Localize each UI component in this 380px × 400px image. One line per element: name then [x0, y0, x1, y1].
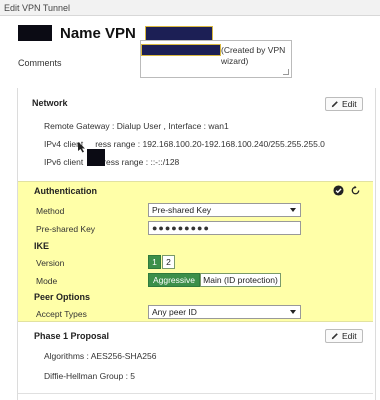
resize-grip-icon[interactable]: [283, 69, 289, 75]
accept-types-select[interactable]: Any peer ID: [148, 305, 301, 319]
method-select[interactable]: Pre-shared Key: [148, 203, 301, 217]
ipv4-suffix: ress range : 192.168.100.20-192.168.100.…: [95, 139, 325, 149]
psk-input[interactable]: ●●●●●●●●●: [148, 221, 301, 235]
comments-label: Comments: [18, 58, 62, 68]
ipv4-client-range: IPv4 client ress range : 192.168.100.20-1…: [44, 139, 325, 149]
bottom-divider: [18, 393, 373, 394]
phase1-edit-button[interactable]: Edit: [325, 329, 363, 343]
mode-main-button[interactable]: Main (ID protection): [200, 273, 281, 287]
algorithms-info: Algorithms : AES256-SHA256: [44, 351, 157, 361]
edit-label: Edit: [342, 98, 357, 109]
dialog-title: Edit VPN Tunnel: [4, 3, 71, 13]
ipv6-suffix: ress range : ::-::/128: [103, 157, 180, 167]
redacted-block: [87, 149, 105, 166]
comments-value: (Created by VPN wizard): [221, 45, 286, 66]
network-section-title: Network: [32, 98, 68, 108]
chevron-down-icon: [290, 208, 296, 212]
pencil-icon: [331, 101, 338, 108]
method-label: Method: [36, 206, 65, 216]
revert-icon[interactable]: [350, 185, 361, 196]
version-label: Version: [36, 258, 65, 268]
version-1-button[interactable]: 1: [148, 255, 161, 269]
accept-types-value: Any peer ID: [152, 307, 197, 317]
ipv6-prefix: IPv6 client: [44, 157, 84, 167]
accept-types-label: Accept Types: [36, 309, 87, 319]
method-value: Pre-shared Key: [152, 205, 212, 215]
mode-aggressive-button[interactable]: Aggressive: [148, 273, 200, 287]
pencil-icon: [331, 333, 338, 340]
mode-label: Mode: [36, 276, 58, 286]
version-2-button[interactable]: 2: [162, 255, 175, 269]
dh-group-info: Diffie-Hellman Group : 5: [44, 371, 136, 381]
mouse-cursor-icon: [78, 142, 85, 153]
confirm-check-icon[interactable]: [333, 185, 344, 196]
chevron-down-icon: [290, 310, 296, 314]
psk-label: Pre-shared Key: [36, 224, 96, 234]
redacted-icon: [18, 25, 52, 41]
remote-gateway-info: Remote Gateway : Dialup User , Interface…: [44, 121, 229, 131]
dialog-title-bar: Edit VPN Tunnel: [0, 0, 380, 16]
network-edit-button[interactable]: Edit: [325, 97, 363, 111]
peer-options-title: Peer Options: [34, 292, 91, 302]
edit-label: Edit: [342, 330, 357, 341]
ipv6-client-range: IPv6 client ress range : ::-::/128: [44, 157, 179, 167]
authentication-section-title: Authentication: [34, 186, 97, 196]
phase1-section-title: Phase 1 Proposal: [34, 331, 110, 341]
ike-section-title: IKE: [34, 241, 50, 251]
name-label: Name VPN: [60, 25, 136, 42]
redacted-comment-text: [141, 44, 221, 56]
